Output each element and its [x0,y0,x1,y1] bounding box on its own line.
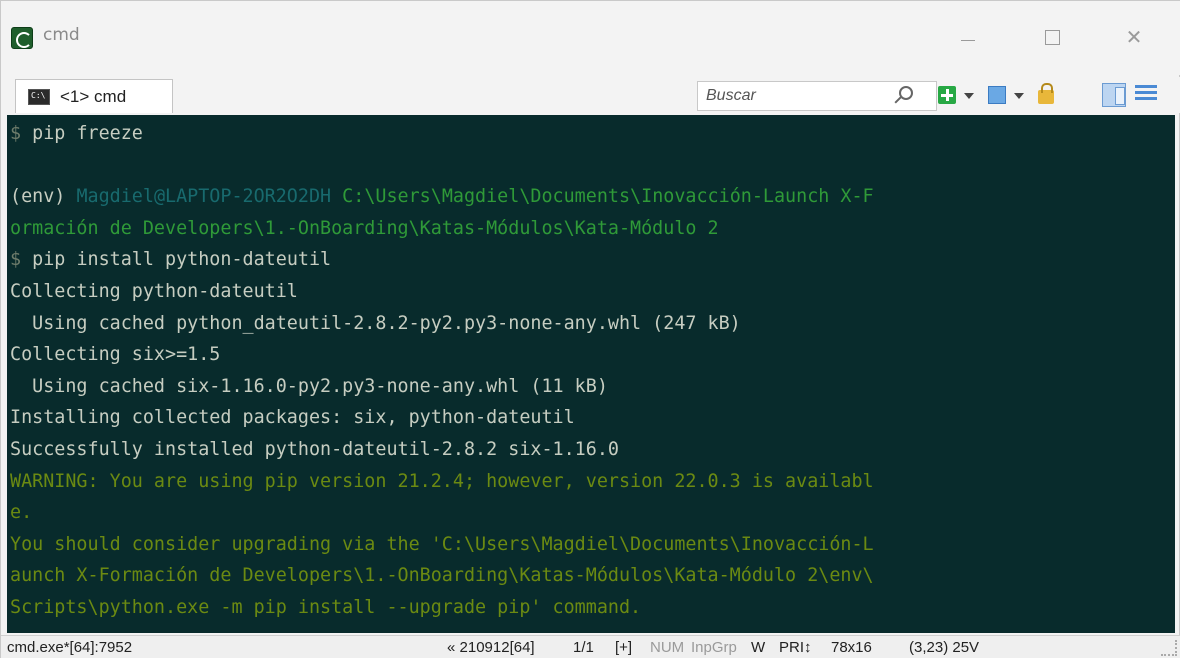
tab-cmd[interactable]: <1> cmd [15,79,173,113]
console-line: You should consider upgrading via the 'C… [10,532,874,558]
console-text: e. [10,502,33,524]
console-line: (env) Magdiel@LAPTOP-2OR2O2DH C:\Users\M… [10,184,874,210]
status-plus[interactable]: [+] [615,639,632,656]
console-text: Using cached six-1.16.0-py2.py3-none-any… [10,375,608,397]
console-text: Installing collected packages: six, pyth… [10,407,575,429]
search-icon[interactable] [899,86,913,100]
console-line: Collecting python-dateutil [10,279,298,305]
console-icon [28,88,50,105]
console-text: Magdiel@LAPTOP-2OR2O2DH [76,186,343,208]
status-num[interactable]: NUM [650,639,684,656]
conemu-app-icon[interactable] [11,27,33,49]
console-text: (env) [10,186,77,208]
status-pri[interactable]: PRI↕ [779,639,812,656]
maximize-icon [1044,29,1060,45]
status-process: cmd.exe*[64]:7952 [7,639,133,656]
console-text: You should consider upgrading via the 'C… [10,533,874,555]
split-screen-button[interactable] [988,86,1006,104]
close-icon: ✕ [1125,25,1143,49]
console-text: pip freeze [32,123,143,144]
window-title: cmd [43,25,80,45]
status-inpgrp[interactable]: InpGrp [691,639,737,656]
console-line: aunch X-Formación de Developers\1.-OnBoa… [10,563,874,589]
console-text: pip install python-dateutil [32,249,332,271]
console-output[interactable]: $ pip freeze (env) Magdiel@LAPTOP-2OR2O2D… [7,115,1175,633]
console-line: ormación de Developers\1.-OnBoarding\Kat… [10,216,719,242]
new-console-button[interactable] [938,86,956,104]
console-line: Using cached six-1.16.0-py2.py3-none-any… [10,374,608,400]
tab-toolbar: <1> cmd Buscar [1,77,1180,113]
console-line: WARNING: You are using pip version 21.2.… [10,469,874,495]
lock-icon[interactable] [1038,83,1054,104]
status-cursor[interactable]: (3,23) 25V [909,639,979,656]
console-text: Scripts\python.exe -m pip install --upgr… [10,597,642,618]
resize-grip[interactable] [1161,640,1177,656]
search-input[interactable]: Buscar [706,87,756,105]
console-text: C:\Users\Magdiel\Documents\Inovacción-La… [342,186,874,208]
maximize-button[interactable] [1027,15,1077,59]
close-button[interactable]: ✕ [1109,15,1159,59]
console-text: $ [10,249,33,271]
menu-icon[interactable] [1135,85,1157,105]
console-text: $ [10,123,33,144]
conemu-window: cmd ✕ <1> cmd Buscar $ pip freeze (env) M… [0,0,1180,658]
console-line: Installing collected packages: six, pyth… [10,405,575,431]
console-line: $ pip freeze [10,121,143,147]
tab-label: <1> cmd [60,86,127,106]
console-line: Collecting six>=1.5 [10,342,220,368]
console-text: WARNING: You are using pip version 21.2.… [10,470,874,492]
console-line: e. [10,500,32,526]
console-text: Collecting python-dateutil [10,281,298,302]
status-bar: cmd.exe*[64]:7952 « 210912[64] 1/1 [+] N… [1,635,1180,658]
console-line: Successfully installed python-dateutil-2… [10,437,619,463]
panel-view-button[interactable] [1102,83,1126,107]
chevron-down-icon[interactable] [964,93,974,99]
console-text: Using cached python_dateutil-2.8.2-py2.p… [10,312,741,334]
minimize-icon [961,39,975,41]
title-bar[interactable]: cmd ✕ [1,1,1180,75]
chevron-down-icon[interactable] [1014,93,1024,99]
console-line: Scripts\python.exe -m pip install --upgr… [10,595,641,621]
console-text: aunch X-Formación de Developers\1.-OnBoa… [10,565,874,587]
status-build[interactable]: « 210912[64] [447,639,535,656]
status-w[interactable]: W [751,639,765,656]
console-line: Using cached python_dateutil-2.8.2-py2.p… [10,311,741,337]
console-text: Collecting six>=1.5 [10,344,221,366]
console-text: Successfully installed python-dateutil-2… [10,439,619,460]
status-console-index[interactable]: 1/1 [573,639,594,656]
minimize-button[interactable] [943,15,993,59]
status-size[interactable]: 78x16 [831,639,872,656]
console-line: $ pip install python-dateutil [10,247,331,273]
console-text: ormación de Developers\1.-OnBoarding\Kat… [10,217,719,239]
